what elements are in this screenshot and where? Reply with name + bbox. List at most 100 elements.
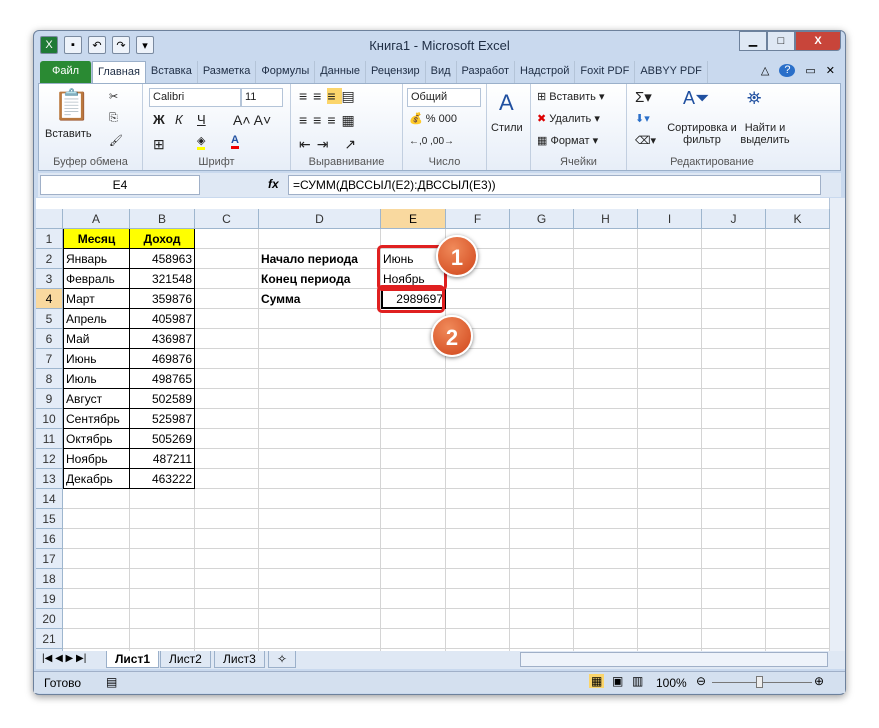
- row-header-4[interactable]: 4: [36, 289, 63, 309]
- cell-E12[interactable]: [381, 449, 446, 469]
- cell-J14[interactable]: [702, 489, 766, 509]
- cell-F11[interactable]: [446, 429, 510, 449]
- cell-J11[interactable]: [702, 429, 766, 449]
- cell-C18[interactable]: [195, 569, 259, 589]
- cell-A20[interactable]: [63, 609, 130, 629]
- collapse-ribbon-icon[interactable]: △: [761, 64, 769, 77]
- styles-icon[interactable]: A: [499, 90, 514, 116]
- column-header-H[interactable]: H: [574, 209, 638, 229]
- cell-B9[interactable]: 502589: [130, 389, 195, 409]
- cell-B17[interactable]: [130, 549, 195, 569]
- cell-J8[interactable]: [702, 369, 766, 389]
- indent-icons[interactable]: ⇤⇥ ↗: [299, 136, 362, 153]
- cell-G12[interactable]: [510, 449, 574, 469]
- cell-A6[interactable]: Май: [63, 329, 130, 349]
- macro-record-icon[interactable]: ▤: [106, 675, 117, 689]
- bold-button[interactable]: Ж: [153, 112, 165, 127]
- cell-K13[interactable]: [766, 469, 830, 489]
- cell-D16[interactable]: [259, 529, 381, 549]
- cell-E17[interactable]: [381, 549, 446, 569]
- cell-J7[interactable]: [702, 349, 766, 369]
- cell-I13[interactable]: [638, 469, 702, 489]
- row-header-7[interactable]: 7: [36, 349, 63, 369]
- cell-E10[interactable]: [381, 409, 446, 429]
- cell-A14[interactable]: [63, 489, 130, 509]
- cell-H4[interactable]: [574, 289, 638, 309]
- cell-G2[interactable]: [510, 249, 574, 269]
- cell-E19[interactable]: [381, 589, 446, 609]
- cell-K8[interactable]: [766, 369, 830, 389]
- row-header-2[interactable]: 2: [36, 249, 63, 269]
- cell-B12[interactable]: 487211: [130, 449, 195, 469]
- row-header-15[interactable]: 15: [36, 509, 63, 529]
- cell-J19[interactable]: [702, 589, 766, 609]
- cell-A21[interactable]: [63, 629, 130, 649]
- tab-9[interactable]: Надстрой: [515, 61, 576, 83]
- cell-J6[interactable]: [702, 329, 766, 349]
- cell-C12[interactable]: [195, 449, 259, 469]
- column-header-I[interactable]: I: [638, 209, 702, 229]
- column-header-E[interactable]: E: [381, 209, 446, 229]
- row-header-17[interactable]: 17: [36, 549, 63, 569]
- row-header-10[interactable]: 10: [36, 409, 63, 429]
- cell-K21[interactable]: [766, 629, 830, 649]
- cell-C15[interactable]: [195, 509, 259, 529]
- cell-J17[interactable]: [702, 549, 766, 569]
- cell-F10[interactable]: [446, 409, 510, 429]
- tab-8[interactable]: Разработ: [457, 61, 516, 83]
- cell-K19[interactable]: [766, 589, 830, 609]
- column-header-D[interactable]: D: [259, 209, 381, 229]
- cell-I7[interactable]: [638, 349, 702, 369]
- cell-J4[interactable]: [702, 289, 766, 309]
- cell-F12[interactable]: [446, 449, 510, 469]
- cell-H21[interactable]: [574, 629, 638, 649]
- cell-H15[interactable]: [574, 509, 638, 529]
- cell-A5[interactable]: Апрель: [63, 309, 130, 329]
- cell-A18[interactable]: [63, 569, 130, 589]
- cell-A11[interactable]: Октябрь: [63, 429, 130, 449]
- cell-D19[interactable]: [259, 589, 381, 609]
- clear-icon[interactable]: ⌫▾: [635, 134, 656, 147]
- insert-cells-button[interactable]: ⊞ Вставить ▾: [537, 90, 605, 103]
- cell-G14[interactable]: [510, 489, 574, 509]
- row-header-12[interactable]: 12: [36, 449, 63, 469]
- tab-3[interactable]: Разметка: [198, 61, 257, 83]
- italic-button[interactable]: К: [175, 112, 183, 127]
- cell-D17[interactable]: [259, 549, 381, 569]
- cell-A17[interactable]: [63, 549, 130, 569]
- borders-icon[interactable]: ⊞: [153, 136, 165, 153]
- cell-I8[interactable]: [638, 369, 702, 389]
- cell-E21[interactable]: [381, 629, 446, 649]
- cell-D5[interactable]: [259, 309, 381, 329]
- column-header-J[interactable]: J: [702, 209, 766, 229]
- cell-A4[interactable]: Март: [63, 289, 130, 309]
- row-header-11[interactable]: 11: [36, 429, 63, 449]
- cell-B10[interactable]: 525987: [130, 409, 195, 429]
- cell-B1[interactable]: Доход: [130, 229, 195, 249]
- underline-button[interactable]: Ч: [197, 112, 206, 127]
- cell-H8[interactable]: [574, 369, 638, 389]
- cell-K9[interactable]: [766, 389, 830, 409]
- cell-B14[interactable]: [130, 489, 195, 509]
- column-header-K[interactable]: K: [766, 209, 830, 229]
- cell-F4[interactable]: [446, 289, 510, 309]
- name-box[interactable]: E4: [40, 175, 200, 195]
- cell-C5[interactable]: [195, 309, 259, 329]
- cell-G3[interactable]: [510, 269, 574, 289]
- cell-F9[interactable]: [446, 389, 510, 409]
- cell-A12[interactable]: Ноябрь: [63, 449, 130, 469]
- cell-C4[interactable]: [195, 289, 259, 309]
- sheet-nav-icons[interactable]: |◀ ◀ ▶ ▶|: [42, 653, 86, 664]
- paste-button[interactable]: Вставить: [45, 128, 92, 140]
- cell-I10[interactable]: [638, 409, 702, 429]
- cell-E14[interactable]: [381, 489, 446, 509]
- format-painter-icon[interactable]: 🖌: [109, 134, 123, 147]
- row-header-13[interactable]: 13: [36, 469, 63, 489]
- cell-A9[interactable]: Август: [63, 389, 130, 409]
- cell-B4[interactable]: 359876: [130, 289, 195, 309]
- cell-F19[interactable]: [446, 589, 510, 609]
- cell-F8[interactable]: [446, 369, 510, 389]
- cell-G5[interactable]: [510, 309, 574, 329]
- cell-J3[interactable]: [702, 269, 766, 289]
- cell-H13[interactable]: [574, 469, 638, 489]
